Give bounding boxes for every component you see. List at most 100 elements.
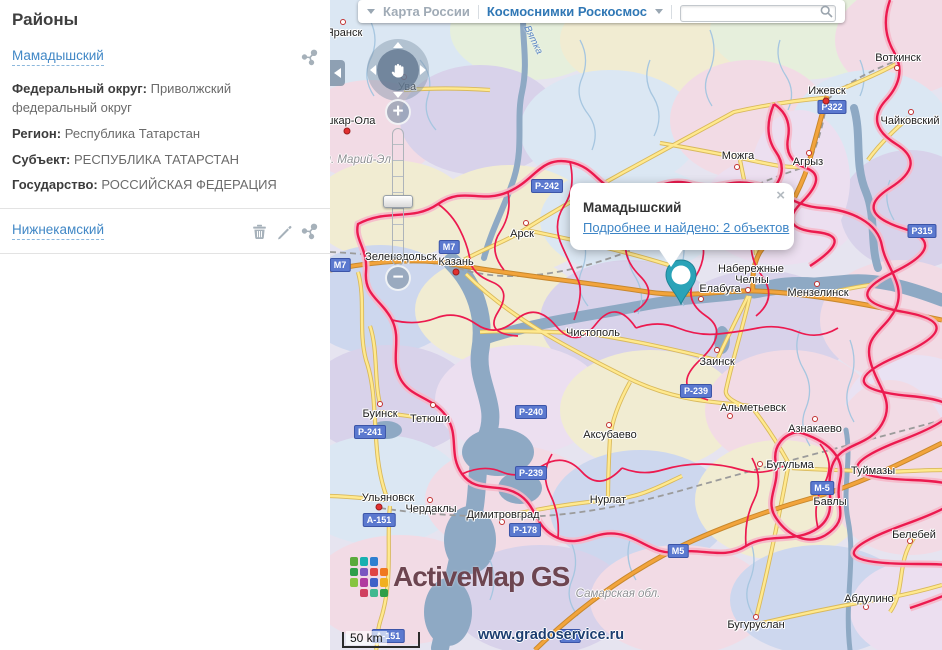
city-label: Бугульма xyxy=(766,459,814,471)
attribution-link[interactable]: www.gradoservice.ru xyxy=(478,627,624,643)
city-label: Арск xyxy=(510,228,534,240)
road-badge: Р-242 xyxy=(531,179,563,193)
city-dot xyxy=(734,164,740,170)
trash-icon[interactable] xyxy=(251,223,268,240)
city-dot xyxy=(606,422,612,428)
popup-details-link[interactable]: Подробнее и найдено: 2 объектов xyxy=(583,220,789,235)
zoom-slider[interactable] xyxy=(392,128,404,266)
road-badge: А-151 xyxy=(363,513,396,527)
field-value: РЕСПУБЛИКА ТАТАРСТАН xyxy=(74,152,239,167)
share-icon[interactable] xyxy=(301,223,318,240)
arrow-left-icon[interactable] xyxy=(370,65,376,75)
pencil-icon[interactable] xyxy=(276,223,293,240)
city-label: Димитровград xyxy=(466,509,539,521)
road-badge: М-5 xyxy=(810,481,834,495)
city-label: Бугуруслан xyxy=(727,619,784,631)
city-dot xyxy=(823,98,830,105)
map-search xyxy=(680,3,836,20)
district-link-mamadyshsky[interactable]: Мамадышский xyxy=(12,48,104,66)
road-badge: Р315 xyxy=(907,224,936,238)
field-value: Республика Татарстан xyxy=(65,126,200,141)
district-row-mamadyshsky: Мамадышский xyxy=(12,48,318,66)
close-icon[interactable]: × xyxy=(776,187,785,204)
city-label: Йошкар-Ола xyxy=(330,115,375,127)
road-badge: Р-239 xyxy=(680,384,712,398)
scale-bar: 50 km xyxy=(342,632,420,648)
activemap-logo: ActiveMap GS xyxy=(350,557,569,597)
city-dot xyxy=(745,287,751,293)
arrow-down-icon[interactable] xyxy=(393,92,403,98)
field-label: Субъект: xyxy=(12,152,70,167)
city-dot xyxy=(453,269,460,276)
city-label: Агрыз xyxy=(793,156,823,168)
map-labels-layer: Р322Р315Р-242М7М7Р-240Р-239Р-239Р-241А-1… xyxy=(330,0,942,650)
road-badge: Р-178 xyxy=(509,523,541,537)
city-label: Альметьевск xyxy=(720,402,786,414)
road-badge: М5 xyxy=(668,544,689,558)
region-label: Самарская обл. xyxy=(576,588,661,600)
sidebar-collapse-button[interactable] xyxy=(330,60,345,86)
region-label: Респ. Марий-Эл xyxy=(330,154,391,166)
city-label: Туймазы xyxy=(851,465,895,477)
city-dot xyxy=(894,65,900,71)
city-label: Азнакаево xyxy=(788,423,842,435)
layer-toolbar: Карта России Космоснимки Роскосмос xyxy=(358,0,845,23)
city-label: Аксубаево xyxy=(583,429,637,441)
city-dot xyxy=(757,461,763,467)
city-label: Буинск xyxy=(362,408,397,420)
road-badge: М7 xyxy=(330,258,350,272)
city-label: Яранск xyxy=(330,27,362,39)
arrow-right-icon[interactable] xyxy=(420,65,426,75)
field-label: Федеральный округ: xyxy=(12,81,147,96)
map-popup: × Мамадышский Подробнее и найдено: 2 объ… xyxy=(570,183,794,250)
city-label: Бавлы xyxy=(813,496,846,508)
divider xyxy=(478,5,479,19)
city-label: Чистополь xyxy=(566,327,620,339)
road-badge: Р-239 xyxy=(515,466,547,480)
zoom-in-button[interactable]: + xyxy=(385,99,411,125)
city-dot xyxy=(430,402,436,408)
field-value: РОССИЙСКАЯ ФЕДЕРАЦИЯ xyxy=(101,177,276,192)
city-dot xyxy=(812,416,818,422)
city-dot xyxy=(340,19,346,25)
share-icon[interactable] xyxy=(301,49,318,66)
city-label: Елабуга xyxy=(699,283,740,295)
logo-text: ActiveMap GS xyxy=(393,561,569,593)
district-link-nizhnekamsky[interactable]: Нижнекамский xyxy=(12,222,104,240)
zoom-out-button[interactable]: − xyxy=(385,265,411,291)
pan-control[interactable] xyxy=(367,39,429,101)
chevron-down-icon[interactable] xyxy=(655,9,663,14)
search-input[interactable] xyxy=(680,5,836,22)
city-label: Воткинск xyxy=(875,52,921,64)
city-label: Мензелинск xyxy=(787,287,848,299)
city-label: Казань xyxy=(438,256,473,268)
base-layer-button[interactable]: Карта России xyxy=(383,4,470,19)
hand-icon[interactable] xyxy=(377,49,419,91)
city-dot xyxy=(377,401,383,407)
city-label: Белебей xyxy=(892,529,936,541)
city-dot xyxy=(376,504,383,511)
city-label: Чайковский xyxy=(881,115,940,127)
chevron-left-icon xyxy=(334,68,341,78)
active-layer-button[interactable]: Космоснимки Роскосмос xyxy=(487,4,647,19)
zoom-slider-handle[interactable] xyxy=(383,195,413,208)
activemap-app: Районы Мамадышский Федеральный округ: Пр… xyxy=(0,0,942,650)
map-canvas[interactable]: Р322Р315Р-242М7М7Р-240Р-239Р-239Р-241А-1… xyxy=(330,0,942,650)
river-label: Вятка xyxy=(521,24,544,56)
city-label: Абдулино xyxy=(844,593,894,605)
city-label: Ижевск xyxy=(808,85,845,97)
logo-mosaic-icon xyxy=(350,557,388,597)
arrow-up-icon[interactable] xyxy=(393,42,403,48)
divider xyxy=(671,5,672,19)
road-badge: М7 xyxy=(439,240,460,254)
road-badge: Р-241 xyxy=(354,425,386,439)
district-details: Федеральный округ: Приволжский федеральн… xyxy=(12,80,318,195)
popup-title: Мамадышский xyxy=(583,200,681,215)
divider xyxy=(0,253,330,254)
city-label: Тетюши xyxy=(410,413,450,425)
city-label: Нурлат xyxy=(590,494,626,506)
city-dot xyxy=(523,220,529,226)
field-label: Регион: xyxy=(12,126,61,141)
chevron-down-icon[interactable] xyxy=(367,9,375,14)
search-icon[interactable] xyxy=(820,5,833,23)
